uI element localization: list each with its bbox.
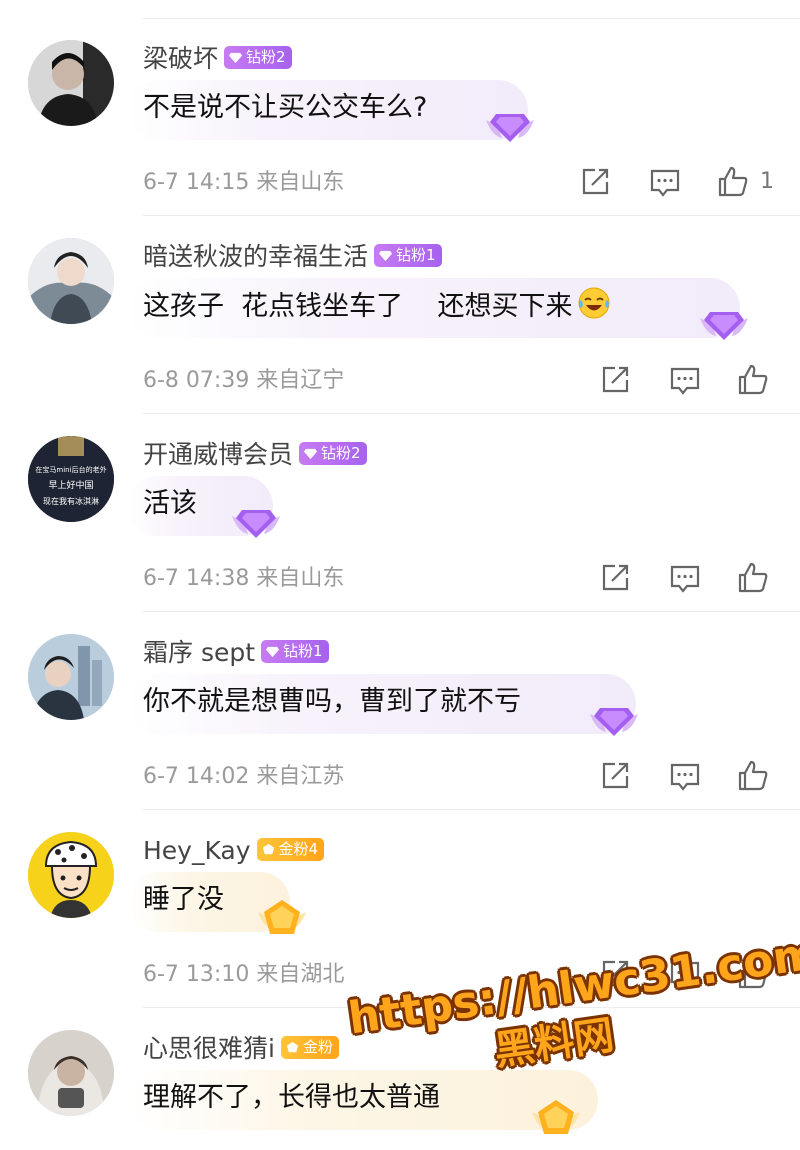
avatar-hoodie-icon[interactable] bbox=[28, 1030, 114, 1116]
comment-icon[interactable] bbox=[668, 363, 702, 397]
comment-item: 在宝马mini后台的老外 早上好中国现在我有冰淇淋 开通威博会员 钻粉2 活该 6-… bbox=[0, 414, 800, 612]
username[interactable]: Hey_Kay 金粉4 bbox=[143, 834, 325, 868]
comment-time: 6-7 14:02 bbox=[143, 764, 250, 789]
comment-meta: 6-8 07:39 来自辽宁 bbox=[143, 366, 344, 396]
comment-actions: 1 bbox=[578, 165, 798, 199]
diamond-pendant-icon bbox=[700, 312, 748, 340]
avatar-text: 早上好中国 bbox=[48, 479, 93, 491]
diamond-pendant-icon bbox=[486, 114, 534, 142]
badge-label: 金粉4 bbox=[278, 839, 319, 858]
username-text[interactable]: 霜序 sept bbox=[143, 638, 255, 667]
diamond-icon bbox=[228, 52, 243, 63]
username-text[interactable]: 暗送秋波的幸福生活 bbox=[143, 242, 368, 271]
comment-text[interactable]: 不是说不让买公交车么? bbox=[143, 88, 427, 128]
comment-actions bbox=[598, 561, 798, 595]
avatar-text: 在宝马mini后台的老外 bbox=[35, 465, 106, 474]
share-icon[interactable] bbox=[578, 165, 612, 199]
avatar-costume-icon[interactable] bbox=[28, 238, 114, 324]
username[interactable]: 心思很难猜i 金粉 bbox=[143, 1032, 339, 1066]
gold-gem-icon bbox=[286, 1041, 299, 1052]
comment-time: 6-7 14:38 bbox=[143, 566, 250, 591]
comment-meta: 6-7 14:38 来自山东 bbox=[143, 564, 344, 594]
avatar-text: 现在我有冰淇淋 bbox=[43, 496, 99, 506]
comment-meta: 6-7 13:10 来自湖北 bbox=[143, 960, 344, 990]
diamond-pendant-icon bbox=[232, 510, 280, 538]
fan-badge[interactable]: 钻粉2 bbox=[224, 45, 292, 69]
comment-location: 来自山东 bbox=[256, 170, 345, 195]
comment-text[interactable]: 活该 bbox=[143, 484, 197, 524]
diamond-icon bbox=[303, 448, 318, 459]
comment-meta: 6-7 14:02 来自江苏 bbox=[143, 762, 344, 792]
comment-text[interactable]: 你不就是想曹吗，曹到了就不亏 bbox=[143, 682, 521, 722]
diamond-pendant-icon bbox=[590, 708, 638, 736]
comment-location: 来自辽宁 bbox=[256, 368, 345, 393]
comment-meta: 6-7 14:15 来自山东 bbox=[143, 168, 344, 198]
comment-time: 6-7 13:10 bbox=[143, 962, 250, 987]
comment-time: 6-7 14:15 bbox=[143, 170, 250, 195]
username-text[interactable]: Hey_Kay bbox=[143, 836, 251, 865]
avatar-man-dark-icon[interactable] bbox=[28, 40, 114, 126]
username[interactable]: 暗送秋波的幸福生活 钻粉1 bbox=[143, 240, 442, 274]
comment-item: 梁破坏 钻粉2 不是说不让买公交车么? 6-7 14:15 来自山东 1 bbox=[0, 18, 800, 216]
comment-icon[interactable] bbox=[668, 759, 702, 793]
thumbs-up-icon[interactable] bbox=[716, 165, 750, 199]
comment-text-body: 这孩子 花点钱坐车了 还想买下来 bbox=[143, 291, 573, 322]
laughing-crying-emoji bbox=[578, 287, 609, 319]
fan-badge[interactable]: 钻粉1 bbox=[374, 243, 442, 267]
comment-actions bbox=[598, 759, 798, 793]
fan-badge[interactable]: 金粉 bbox=[280, 1035, 339, 1059]
badge-label: 钻粉2 bbox=[246, 47, 286, 66]
thumbs-up-icon[interactable] bbox=[736, 759, 770, 793]
fan-badge[interactable]: 金粉4 bbox=[256, 837, 325, 861]
username[interactable]: 梁破坏 钻粉2 bbox=[143, 42, 292, 76]
comment-text[interactable]: 睡了没 bbox=[143, 880, 224, 920]
username-text[interactable]: 开通威博会员 bbox=[143, 440, 293, 469]
diamond-icon bbox=[378, 250, 393, 261]
avatar-meme-icon[interactable]: 在宝马mini后台的老外 早上好中国现在我有冰淇淋 bbox=[28, 436, 114, 522]
gold-gem-icon bbox=[262, 843, 274, 854]
badge-label: 钻粉1 bbox=[283, 641, 323, 660]
comment-actions bbox=[598, 363, 798, 397]
gold-pendant-icon bbox=[258, 900, 306, 934]
badge-label: 钻粉1 bbox=[396, 245, 436, 264]
comment-time: 6-8 07:39 bbox=[143, 368, 250, 393]
share-icon[interactable] bbox=[598, 561, 632, 595]
username[interactable]: 开通威博会员 钻粉2 bbox=[143, 438, 367, 472]
comment-icon[interactable] bbox=[648, 165, 682, 199]
fan-badge[interactable]: 钻粉1 bbox=[261, 639, 329, 663]
thumbs-up-icon[interactable] bbox=[736, 561, 770, 595]
badge-label: 钻粉2 bbox=[321, 443, 361, 462]
comment-location: 来自湖北 bbox=[256, 962, 345, 987]
like-count: 1 bbox=[760, 169, 774, 194]
username-text[interactable]: 心思很难猜i bbox=[143, 1034, 275, 1063]
comment-item: 霜序 sept 钻粉1 你不就是想曹吗，曹到了就不亏 6-7 14:02 来自江苏 bbox=[0, 612, 800, 810]
fan-badge[interactable]: 钻粉2 bbox=[299, 441, 367, 465]
comment-item: 暗送秋波的幸福生活 钻粉1 这孩子 花点钱坐车了 还想买下来 6-8 07:39 … bbox=[0, 216, 800, 414]
comment-text[interactable]: 这孩子 花点钱坐车了 还想买下来 bbox=[143, 286, 611, 327]
diamond-icon bbox=[265, 646, 280, 657]
avatar-city-icon[interactable] bbox=[28, 634, 114, 720]
comment-location: 来自山东 bbox=[256, 566, 345, 591]
share-icon[interactable] bbox=[598, 363, 632, 397]
badge-label: 金粉 bbox=[302, 1037, 333, 1056]
thumbs-up-icon[interactable] bbox=[736, 363, 770, 397]
comment-location: 来自江苏 bbox=[256, 764, 345, 789]
username[interactable]: 霜序 sept 钻粉1 bbox=[143, 636, 329, 670]
username-text[interactable]: 梁破坏 bbox=[143, 44, 218, 73]
share-icon[interactable] bbox=[598, 759, 632, 793]
comment-icon[interactable] bbox=[668, 561, 702, 595]
avatar-cartoon-icon[interactable] bbox=[28, 832, 114, 918]
